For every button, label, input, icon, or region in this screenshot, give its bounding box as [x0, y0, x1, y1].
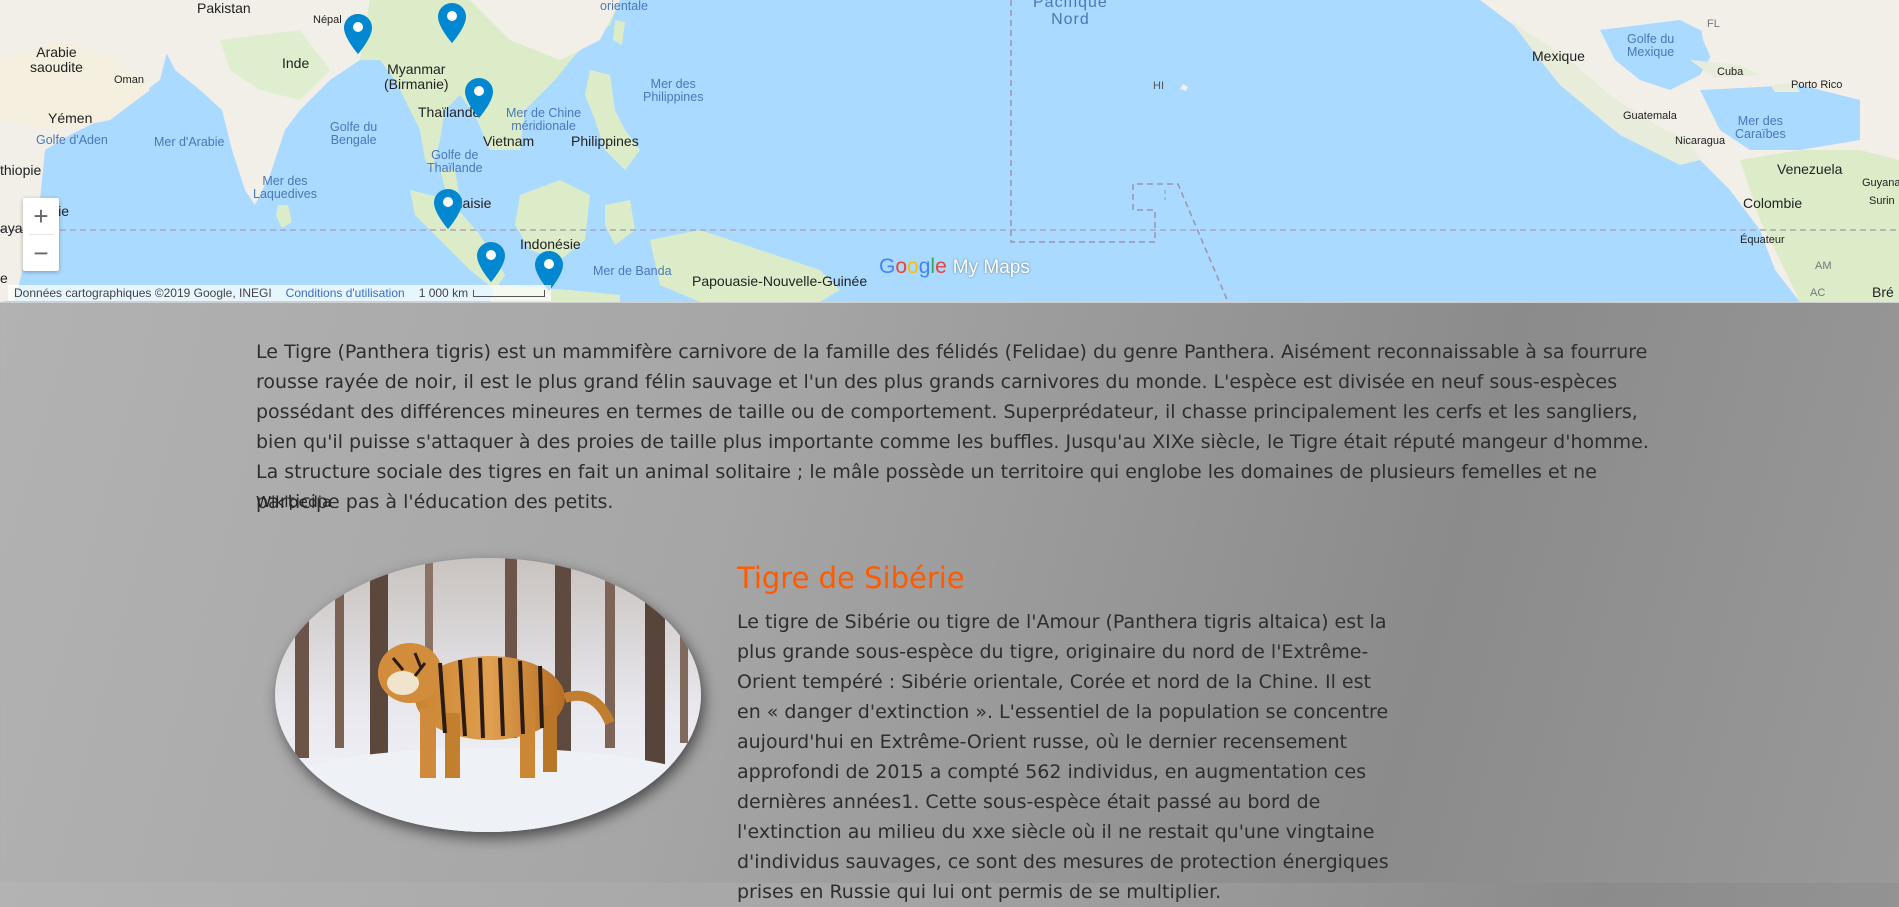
google-my-maps-logo[interactable]: Google My Maps: [879, 255, 1030, 279]
terms-of-use-link[interactable]: Conditions d'utilisation: [286, 286, 405, 300]
map-label-hi: HI: [1153, 80, 1164, 92]
map-pin-icon[interactable]: [438, 3, 466, 43]
map-label-pakistan: Pakistan: [197, 0, 251, 16]
map-label-kenya: aya: [0, 220, 23, 236]
map-label-chine-orientale: orientale: [600, 0, 648, 13]
map-label-guyana: Guyana: [1862, 177, 1899, 189]
section-title: Tigre de Sibérie: [737, 561, 965, 595]
map-pin-icon[interactable]: [434, 189, 462, 229]
my-maps-label: My Maps: [952, 257, 1030, 278]
map-label-cuba: Cuba: [1717, 66, 1744, 78]
source-credit: Wikipedia: [256, 493, 332, 511]
map-label-pacifique-nord: Pacifique Nord: [1033, 0, 1108, 28]
map-label-guatemala: Guatemala: [1623, 110, 1677, 122]
map-label-arabie-saoudite: Arabie saoudite: [30, 44, 83, 75]
intro-paragraph: Le Tigre (Panthera tigris) est un mammif…: [256, 341, 1649, 513]
map-label-vietnam: Vietnam: [483, 133, 535, 149]
map-label-e: e: [0, 270, 8, 286]
map-label-indonesie: Indonésie: [520, 236, 581, 252]
scale-bar-icon: [473, 290, 546, 297]
map-pin-icon[interactable]: [465, 78, 493, 118]
map-label-equateur: Équateur: [1740, 234, 1785, 246]
map-pin-icon[interactable]: [477, 242, 505, 282]
map-label-golfe-mexique: Golfe du Mexique: [1627, 32, 1675, 60]
map-label-inde: Inde: [282, 55, 310, 71]
map-label-bresil: Bré: [1872, 284, 1894, 300]
map-label-surinam: Surin: [1869, 195, 1895, 207]
map-label-philippines: Philippines: [571, 133, 639, 149]
map-label-colombie: Colombie: [1743, 195, 1803, 211]
map-label-nepal: Népal: [313, 14, 342, 26]
map-label-mer-laquedives: Mer des Laquedives: [253, 174, 317, 202]
zoom-control: + −: [23, 198, 59, 271]
scale-indicator: 1 000 km: [419, 286, 546, 300]
map-label-golfe-aden: Golfe d'Aden: [36, 133, 108, 147]
map-pin-icon[interactable]: [344, 14, 372, 54]
google-logo-icon: Google: [879, 255, 947, 278]
map-attribution-bar: Données cartographiques ©2019 Google, IN…: [8, 285, 552, 301]
map-label-porto-rico: Porto Rico: [1791, 79, 1843, 91]
zoom-in-button[interactable]: +: [23, 198, 59, 234]
map-label-venezuela: Venezuela: [1777, 161, 1843, 177]
map-label-mer-chine-meridionale: Mer de Chine méridionale: [506, 106, 582, 134]
map-label-nicaragua: Nicaragua: [1675, 135, 1726, 147]
map-label-papouasie: Papouasie-Nouvelle-Guinée: [692, 273, 868, 289]
map-data-credit: Données cartographiques ©2019 Google, IN…: [14, 286, 272, 300]
map-label-mer-banda: Mer de Banda: [593, 264, 672, 278]
map-label-mer-philippines: Mer des Philippines: [643, 77, 704, 105]
map-label-fl: FL: [1707, 18, 1720, 30]
map-label-ethiopie: thiopie: [0, 162, 42, 178]
map-label-oman: Oman: [114, 74, 144, 86]
section-paragraph: Le tigre de Sibérie ou tigre de l'Amour …: [737, 611, 1389, 903]
map-label-am: AM: [1815, 260, 1832, 272]
map-label-myanmar: Myanmar (Birmanie): [384, 61, 449, 92]
map-label-mer-caraibes: Mer des Caraïbes: [1735, 114, 1786, 142]
map-label-ac: AC: [1810, 287, 1826, 299]
map-embed[interactable]: Pakistan Népal Arabie saoudite Inde Oman…: [0, 0, 1899, 303]
scale-label: 1 000 km: [418, 286, 469, 300]
map-label-mexique: Mexique: [1532, 48, 1585, 64]
map-label-mer-arabie: Mer d'Arabie: [154, 135, 225, 149]
map-label-golfe-bengale: Golfe du Bengale: [330, 120, 378, 148]
siberian-tiger-photo: [275, 558, 701, 832]
zoom-out-button[interactable]: −: [23, 235, 59, 271]
map-label-yemen: Yémen: [48, 110, 93, 126]
map-label-golfe-thailande: Golfe de Thaïlande: [427, 148, 483, 176]
